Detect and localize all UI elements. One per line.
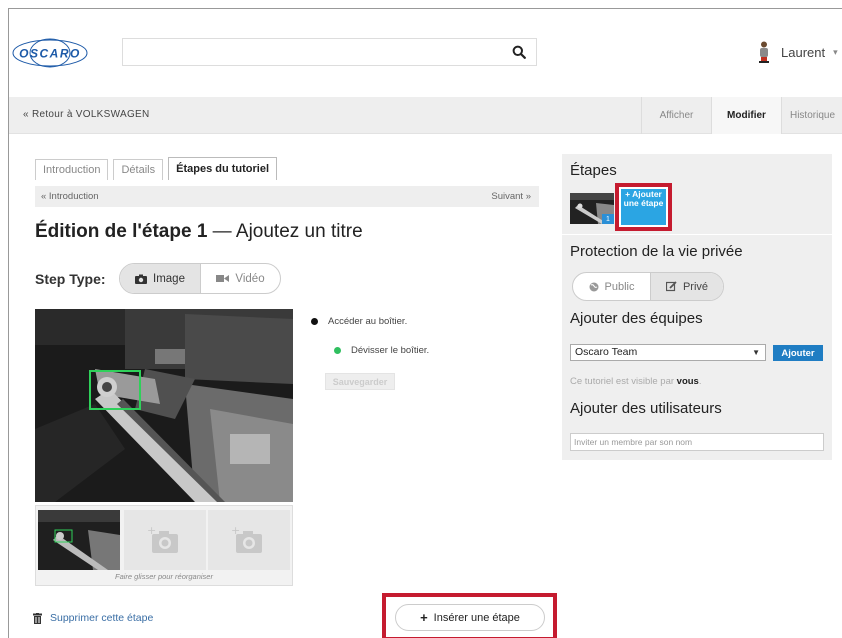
search-bar[interactable]: [122, 38, 537, 66]
app-window: OSCARO Laurent ▾ « Retour à VOLKSWAGEN A…: [8, 8, 842, 638]
site-header: OSCARO Laurent ▾: [9, 9, 842, 97]
page-title: Édition de l'étape 1 — Ajoutez un titre: [35, 221, 363, 243]
steps-panel: Étapes 1 + Ajouter une étape: [562, 154, 832, 234]
globe-icon: [589, 282, 598, 291]
settings-panel: Protection de la vie privée Public Privé…: [562, 235, 832, 460]
tab-historique[interactable]: Historique: [781, 97, 842, 134]
step-type-image-option[interactable]: Image: [120, 264, 201, 293]
camera-icon: [135, 274, 148, 284]
user-name[interactable]: Laurent: [781, 45, 825, 60]
bullet-text-1[interactable]: Accéder au boîtier.: [328, 316, 407, 327]
editor-tabs: Introduction Détails Étapes du tutoriel: [35, 157, 282, 180]
tab-details[interactable]: Détails: [113, 159, 164, 180]
visibility-note: Ce tutoriel est visible par vous.: [570, 376, 702, 387]
bullet-line-2[interactable]: Dévisser le boîtier.: [334, 345, 429, 356]
step-type-video-option[interactable]: Vidéo: [201, 264, 280, 293]
team-select[interactable]: Oscaro Team ▼: [570, 344, 766, 361]
add-image-slot-2[interactable]: +: [124, 510, 206, 570]
tab-afficher[interactable]: Afficher: [641, 97, 711, 134]
team-select-value: Oscaro Team: [575, 346, 638, 358]
visibility-note-suffix: .: [698, 376, 702, 387]
privacy-public-option[interactable]: Public: [573, 273, 650, 300]
add-step-highlight: + Ajouter une étape: [615, 183, 672, 231]
tab-introduction[interactable]: Introduction: [35, 159, 109, 180]
insert-step-label: Insérer une étape: [433, 611, 520, 624]
reorder-hint: Faire glisser pour réorganiser: [115, 572, 213, 581]
step-type-image-label: Image: [153, 272, 185, 285]
bullet-dot-green: [334, 347, 341, 354]
delete-step-link[interactable]: Supprimer cette étape: [33, 612, 153, 624]
chevron-down-icon: ▼: [752, 348, 760, 357]
bullet-dot-black: [311, 318, 318, 325]
video-camera-icon: [216, 275, 230, 282]
save-button[interactable]: Sauvegarder: [325, 373, 395, 390]
next-step-link[interactable]: Suivant »: [491, 191, 531, 202]
privacy-title: Protection de la vie privée: [570, 243, 743, 260]
step-1-thumbnail[interactable]: 1: [570, 193, 614, 224]
step-type-toggle: Image Vidéo: [119, 263, 281, 294]
user-avatar-icon: [759, 41, 769, 63]
bullet-line-1[interactable]: Accéder au boîtier.: [311, 316, 407, 327]
visibility-note-prefix: Ce tutoriel est visible par: [570, 376, 677, 387]
image-thumbnails: + + Faire glisser pour réorganiser: [35, 505, 293, 586]
logo-text: OSCARO: [19, 47, 81, 61]
prev-step-link[interactable]: « Introduction: [41, 191, 99, 202]
tab-etapes[interactable]: Étapes du tutoriel: [168, 157, 278, 180]
step-number-badge: 1: [602, 214, 614, 224]
view-tabs: Afficher Modifier Historique: [641, 97, 842, 134]
steps-title: Étapes: [570, 162, 617, 179]
add-image-slot-3[interactable]: +: [208, 510, 290, 570]
invite-user-input[interactable]: Inviter un membre par son nom: [570, 433, 824, 451]
thumbnail-image-1[interactable]: [38, 510, 120, 570]
privacy-public-label: Public: [604, 280, 635, 293]
trash-icon: [33, 612, 42, 624]
search-icon[interactable]: [512, 45, 526, 59]
tab-modifier[interactable]: Modifier: [711, 97, 781, 134]
teams-title: Ajouter des équipes: [570, 310, 703, 327]
back-link[interactable]: « Retour à VOLKSWAGEN: [23, 109, 150, 120]
privacy-private-label: Privé: [682, 280, 709, 293]
step-navigation: « Introduction Suivant »: [35, 186, 539, 207]
insert-step-button[interactable]: + Insérer une étape: [395, 604, 545, 631]
bullet-text-2[interactable]: Dévisser le boîtier.: [351, 345, 429, 356]
delete-step-label: Supprimer cette étape: [50, 612, 154, 624]
edit-icon: [665, 281, 677, 292]
chevron-down-icon[interactable]: ▾: [833, 47, 838, 58]
search-input[interactable]: [123, 39, 503, 65]
user-menu[interactable]: Laurent ▾: [757, 41, 838, 63]
step-type-video-label: Vidéo: [235, 272, 265, 285]
add-photo-icon: +: [147, 524, 178, 553]
step-type-label: Step Type:: [35, 271, 106, 287]
privacy-toggle: Public Privé: [572, 272, 724, 301]
visibility-note-owner: vous: [676, 376, 699, 387]
insert-step-highlight: + Insérer une étape: [382, 593, 557, 638]
plus-icon: +: [420, 610, 428, 625]
page-title-step: Édition de l'étape 1: [35, 221, 208, 242]
step-main-image[interactable]: [35, 309, 293, 502]
page-title-placeholder[interactable]: — Ajoutez un titre: [207, 221, 363, 242]
add-photo-icon: +: [231, 524, 262, 553]
subnav-bar: « Retour à VOLKSWAGEN Afficher Modifier …: [9, 97, 842, 134]
users-title: Ajouter des utilisateurs: [570, 400, 722, 417]
add-team-button[interactable]: Ajouter: [773, 345, 823, 361]
privacy-private-option[interactable]: Privé: [649, 273, 723, 300]
oscaro-logo[interactable]: OSCARO: [11, 38, 89, 68]
add-step-button[interactable]: + Ajouter une étape: [621, 189, 666, 225]
